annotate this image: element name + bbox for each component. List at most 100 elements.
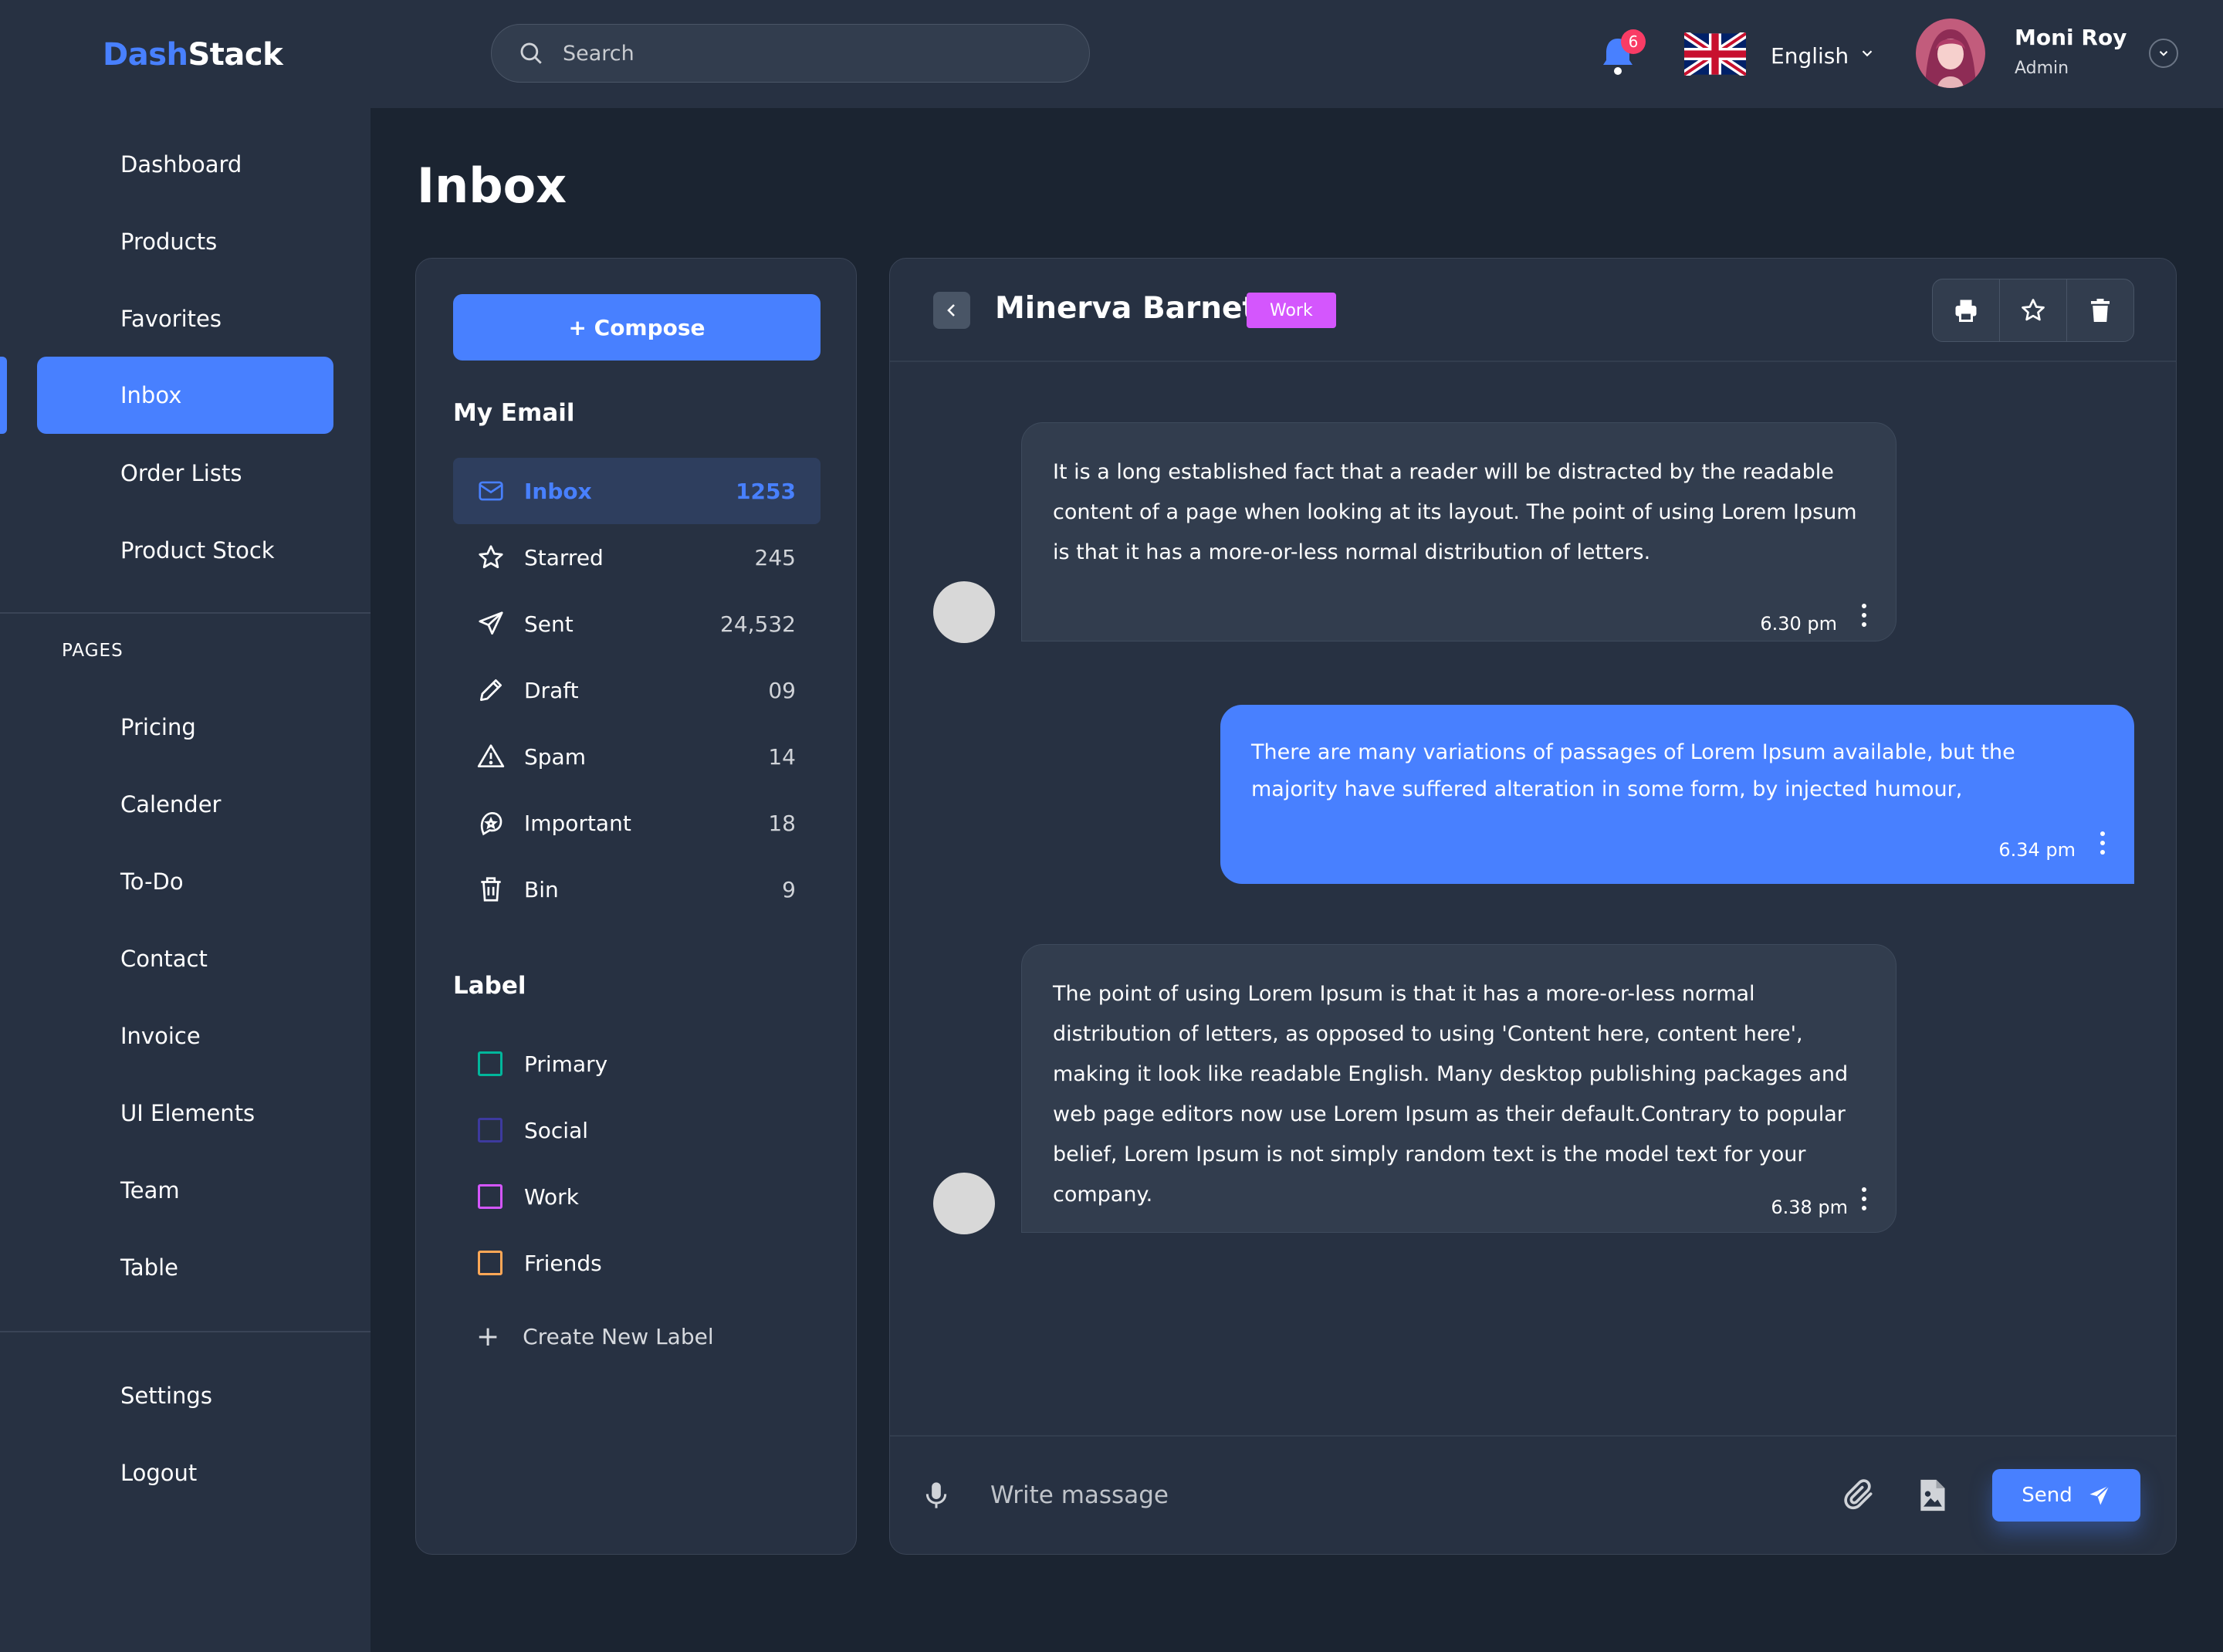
important-icon [480, 811, 502, 836]
sidebar-item-table[interactable]: Table [37, 1229, 333, 1306]
top-bar: DashStack 6 English Moni Roy Admin [0, 0, 2223, 108]
thread-actions [1932, 279, 2134, 342]
folder-count: 18 [768, 810, 796, 836]
create-new-label-button[interactable]: + Create New Label [476, 1321, 714, 1352]
print-button[interactable] [1933, 279, 2000, 341]
brand-logo[interactable]: DashStack [103, 37, 283, 73]
image-upload-icon[interactable] [1917, 1478, 1947, 1512]
language-select[interactable]: English [1771, 43, 1849, 69]
chevron-down-icon[interactable] [1859, 45, 1876, 62]
more-options-icon[interactable] [1860, 1186, 1868, 1212]
folder-label: Bin [524, 876, 559, 902]
user-menu-button[interactable] [2149, 39, 2178, 68]
message-input[interactable] [990, 1477, 1762, 1514]
sidebar-item-team[interactable]: Team [37, 1152, 333, 1229]
sidebar-item-dashboard[interactable]: Dashboard [37, 126, 333, 203]
folder-sent[interactable]: Sent 24,532 [453, 591, 821, 657]
sidebar-item-settings[interactable]: Settings [37, 1357, 333, 1434]
folder-spam[interactable]: Spam 14 [453, 723, 821, 790]
mail-icon [479, 481, 503, 501]
sidebar-item-logout[interactable]: Logout [37, 1434, 333, 1512]
label-text: Work [524, 1183, 579, 1210]
label-primary[interactable]: Primary [453, 1037, 821, 1091]
folder-label: Starred [524, 544, 604, 570]
sidebar-item-label: Order Lists [120, 460, 242, 486]
star-button[interactable] [2000, 279, 2067, 341]
printer-icon [1955, 300, 1977, 322]
label-work[interactable]: Work [453, 1170, 821, 1224]
sidebar-item-calender[interactable]: Calender [37, 766, 333, 843]
sidebar-item-label: Settings [120, 1383, 212, 1409]
sidebar-item-label: Dashboard [120, 151, 242, 178]
label-heading: Label [453, 972, 526, 1000]
folder-important[interactable]: Important 18 [453, 790, 821, 856]
sidebar-item-todo[interactable]: To-Do [37, 843, 333, 920]
sender-avatar [933, 581, 995, 643]
sidebar-item-label: Contact [120, 946, 208, 972]
sidebar-divider [0, 612, 370, 614]
chevron-down-icon [2159, 51, 2168, 56]
folder-inbox[interactable]: Inbox 1253 [453, 458, 821, 524]
message-composer: Send [890, 1435, 2176, 1554]
folder-draft[interactable]: Draft 09 [453, 657, 821, 723]
message-text: It is a long established fact that a rea… [1053, 460, 1857, 564]
sidebar-item-label: Favorites [120, 306, 222, 332]
create-label-text: Create New Label [523, 1324, 714, 1349]
folder-label: Draft [524, 677, 579, 703]
plus-icon: + [476, 1321, 500, 1352]
microphone-icon[interactable] [921, 1480, 952, 1511]
label-friends[interactable]: Friends [453, 1236, 821, 1290]
trash-icon [2091, 299, 2110, 322]
label-color-box [478, 1184, 502, 1209]
sidebar-item-invoice[interactable]: Invoice [37, 997, 333, 1075]
trash-icon [481, 877, 501, 902]
folder-count: 09 [768, 677, 796, 703]
folder-label: Inbox [524, 478, 592, 504]
send-icon [479, 611, 503, 635]
folder-label: Spam [524, 743, 586, 770]
notification-badge: 6 [1621, 29, 1646, 54]
search-input[interactable] [563, 41, 1026, 66]
compose-button[interactable]: + Compose [453, 294, 821, 361]
my-email-heading: My Email [453, 399, 575, 427]
pencil-icon [479, 679, 502, 702]
chevron-left-icon [947, 304, 955, 317]
attachment-icon[interactable] [1842, 1478, 1876, 1512]
label-color-box [478, 1251, 502, 1275]
sidebar-item-products[interactable]: Products [37, 203, 333, 280]
sidebar-item-label: Logout [120, 1460, 198, 1486]
label-color-box [478, 1051, 502, 1076]
more-options-icon[interactable] [1860, 602, 1868, 628]
message-bubble-outgoing: There are many variations of passages of… [1220, 705, 2134, 884]
delete-button[interactable] [2067, 279, 2133, 341]
sidebar-item-label: Invoice [120, 1023, 201, 1049]
label-social[interactable]: Social [453, 1103, 821, 1157]
folder-starred[interactable]: Starred 245 [453, 524, 821, 591]
message-time: 6.34 pm [1998, 839, 2076, 861]
sidebar-item-contact[interactable]: Contact [37, 920, 333, 997]
sidebar-divider [0, 1331, 370, 1332]
folder-count: 245 [754, 544, 796, 570]
sidebar-item-product-stock[interactable]: Product Stock [37, 512, 333, 589]
sidebar: Dashboard Products Favorites Inbox Order… [0, 108, 370, 1652]
label-text: Friends [524, 1250, 602, 1276]
more-options-icon[interactable] [2099, 830, 2106, 856]
page-title: Inbox [417, 157, 567, 214]
back-button[interactable] [933, 292, 970, 329]
sender-avatar [933, 1173, 995, 1234]
sidebar-item-favorites[interactable]: Favorites [37, 280, 333, 357]
sidebar-item-inbox[interactable]: Inbox [37, 357, 333, 434]
folder-count: 24,532 [720, 611, 796, 637]
sidebar-item-pricing[interactable]: Pricing [37, 689, 333, 766]
folder-bin[interactable]: Bin 9 [453, 856, 821, 922]
send-button[interactable]: Send [1992, 1469, 2140, 1522]
sidebar-item-label: Products [120, 229, 218, 255]
warning-icon [477, 744, 505, 768]
sidebar-item-ui-elements[interactable]: UI Elements [37, 1075, 333, 1152]
message-text: There are many variations of passages of… [1251, 740, 2015, 801]
label-text: Primary [524, 1051, 608, 1077]
sidebar-item-label: Table [120, 1254, 178, 1281]
sidebar-item-order-lists[interactable]: Order Lists [37, 435, 333, 512]
user-avatar[interactable] [1916, 19, 1985, 88]
mailbox-panel: + Compose My Email Inbox 1253 Starred 24… [415, 258, 857, 1555]
